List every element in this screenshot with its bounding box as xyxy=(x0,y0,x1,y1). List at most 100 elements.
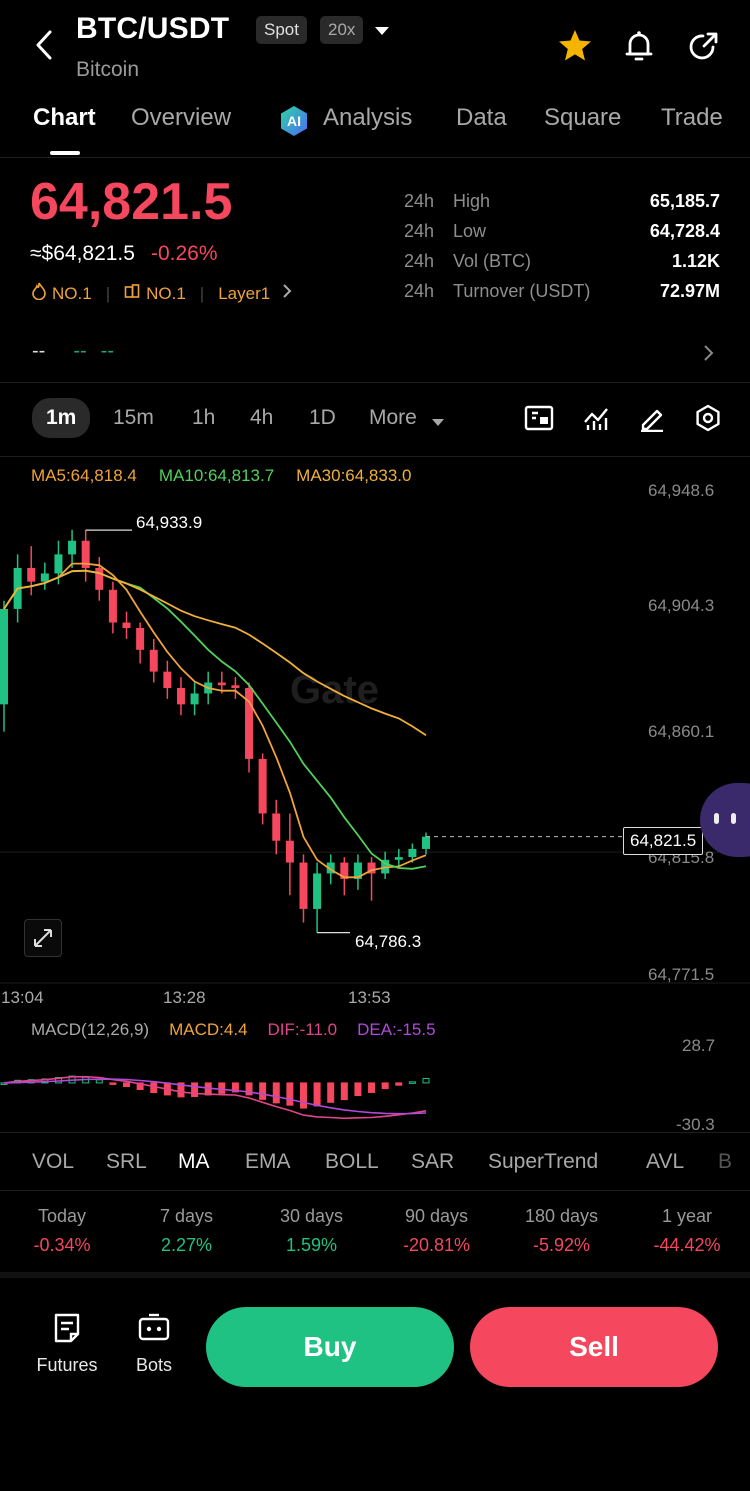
stat-value: 1.12K xyxy=(671,250,720,271)
candle-body xyxy=(258,758,267,814)
section-divider xyxy=(0,382,750,383)
share-icon[interactable] xyxy=(686,30,720,69)
candle-body xyxy=(231,685,240,688)
perf-180d: 180 days -5.92% xyxy=(499,1206,624,1256)
buy-button[interactable]: Buy xyxy=(206,1307,454,1387)
futures-label: Futures xyxy=(36,1355,98,1375)
candle-body xyxy=(313,873,322,909)
macd-bar xyxy=(354,1082,362,1097)
candle-body xyxy=(190,693,199,705)
perf-label: 30 days xyxy=(279,1206,344,1226)
coin-name: Bitcoin xyxy=(76,58,140,81)
perf-value: 2.27% xyxy=(160,1235,213,1255)
perf-label: Today xyxy=(37,1206,87,1226)
tf-1h[interactable]: 1h xyxy=(192,406,215,430)
stat-period: 24h xyxy=(404,190,435,211)
candle-body xyxy=(408,848,417,858)
perf-value: -44.42% xyxy=(653,1235,721,1255)
market-cap-icon xyxy=(124,283,140,304)
ind-boll[interactable]: BOLL xyxy=(325,1150,379,1174)
ind-ma[interactable]: MA xyxy=(178,1150,210,1174)
ticker-row[interactable]: -- -- -- xyxy=(32,340,114,363)
candle-body xyxy=(272,813,281,841)
chevron-down-icon[interactable] xyxy=(374,24,390,42)
ind-srl[interactable]: SRL xyxy=(106,1150,147,1174)
candle-body xyxy=(68,540,77,555)
ticker-b: -- xyxy=(73,340,87,362)
bell-icon[interactable] xyxy=(622,28,656,69)
stat-row-turnover: 24h Turnover (USDT) 72.97M xyxy=(404,276,720,306)
macd-bar xyxy=(191,1082,199,1098)
current-price-tag: 64,821.5 xyxy=(623,827,704,855)
rank-row[interactable]: NO.1 | NO.1 | Layer1 xyxy=(32,282,292,305)
candle-body xyxy=(54,554,63,574)
pair-title[interactable]: BTC/USDT xyxy=(76,12,229,46)
macd-bar xyxy=(381,1082,389,1090)
y-tick: 64,771.5 xyxy=(648,965,715,984)
x-tick: 13:28 xyxy=(163,988,206,1007)
tab-trade[interactable]: Trade xyxy=(661,104,723,132)
sell-button[interactable]: Sell xyxy=(470,1307,718,1387)
ind-more[interactable]: B xyxy=(718,1150,732,1174)
stat-row-low: 24h Low 64,728.4 xyxy=(404,216,720,246)
candle-body xyxy=(136,628,145,650)
tab-square[interactable]: Square xyxy=(544,104,621,132)
tf-1d[interactable]: 1D xyxy=(309,406,336,430)
macd-bar xyxy=(327,1082,335,1103)
macd-bar xyxy=(218,1082,226,1094)
stat-period: 24h xyxy=(404,280,435,301)
toolbar-divider xyxy=(0,456,750,457)
tab-data[interactable]: Data xyxy=(456,104,507,132)
perf-label: 90 days xyxy=(404,1206,469,1226)
indicator-icon[interactable] xyxy=(582,404,610,437)
perf-value: -0.34% xyxy=(33,1235,91,1255)
y-tick: 64,948.6 xyxy=(648,481,715,500)
back-icon[interactable] xyxy=(30,28,60,62)
tf-4h[interactable]: 4h xyxy=(250,406,273,430)
chart-settings-icon[interactable] xyxy=(694,404,722,437)
expand-icon xyxy=(34,929,52,947)
ind-ema[interactable]: EMA xyxy=(245,1150,291,1174)
stat-period: 24h xyxy=(404,250,435,271)
spot-tag: Spot xyxy=(256,16,307,44)
macd-chart[interactable] xyxy=(0,1030,750,1130)
candle-body xyxy=(394,857,403,860)
perf-90d: 90 days -20.81% xyxy=(374,1206,499,1256)
macd-bar xyxy=(340,1082,348,1101)
indicator-tabs: VOL SRL MA EMA BOLL SAR SuperTrend AVL B xyxy=(0,1148,750,1178)
dea-line xyxy=(3,1078,427,1115)
ind-avl[interactable]: AVL xyxy=(646,1150,684,1174)
candle-body xyxy=(27,568,36,582)
ma5-line xyxy=(3,562,427,879)
perf-label: 180 days xyxy=(524,1206,599,1226)
candlestick-chart[interactable]: Gate xyxy=(0,480,750,1010)
ind-sar[interactable]: SAR xyxy=(411,1150,454,1174)
stat-period: 24h xyxy=(404,220,435,241)
tf-more[interactable]: More xyxy=(369,406,417,430)
chat-eyes-icon xyxy=(712,811,740,832)
y-tick: 64,904.3 xyxy=(648,596,715,615)
bots-button[interactable]: Bots xyxy=(126,1312,182,1376)
tf-1m[interactable]: 1m xyxy=(32,398,91,438)
ind-supertrend[interactable]: SuperTrend xyxy=(488,1150,598,1174)
chevron-right-icon[interactable] xyxy=(703,344,715,367)
perf-today: Today -0.34% xyxy=(0,1206,124,1256)
candle-body xyxy=(95,568,104,590)
leverage-tag[interactable]: 20x xyxy=(320,16,364,44)
tab-chart[interactable]: Chart xyxy=(33,104,96,132)
futures-button[interactable]: Futures xyxy=(30,1312,104,1376)
futures-icon xyxy=(30,1312,104,1349)
fullscreen-button[interactable] xyxy=(24,919,62,957)
stat-row-high: 24h High 65,185.7 xyxy=(404,186,720,216)
ind-vol[interactable]: VOL xyxy=(32,1150,74,1174)
tf-15m[interactable]: 15m xyxy=(113,406,154,430)
caret-down-icon xyxy=(432,414,444,432)
draw-pen-icon[interactable] xyxy=(638,404,666,437)
star-icon[interactable] xyxy=(557,28,593,67)
indicator-settings-icon[interactable] xyxy=(524,404,554,437)
sector-tag: Layer1 xyxy=(218,283,271,303)
tab-analysis[interactable]: Analysis xyxy=(323,104,412,132)
performance-row: Today -0.34% 7 days 2.27% 30 days 1.59% … xyxy=(0,1206,750,1262)
macd-divider xyxy=(0,1132,750,1133)
tab-overview[interactable]: Overview xyxy=(131,104,231,132)
